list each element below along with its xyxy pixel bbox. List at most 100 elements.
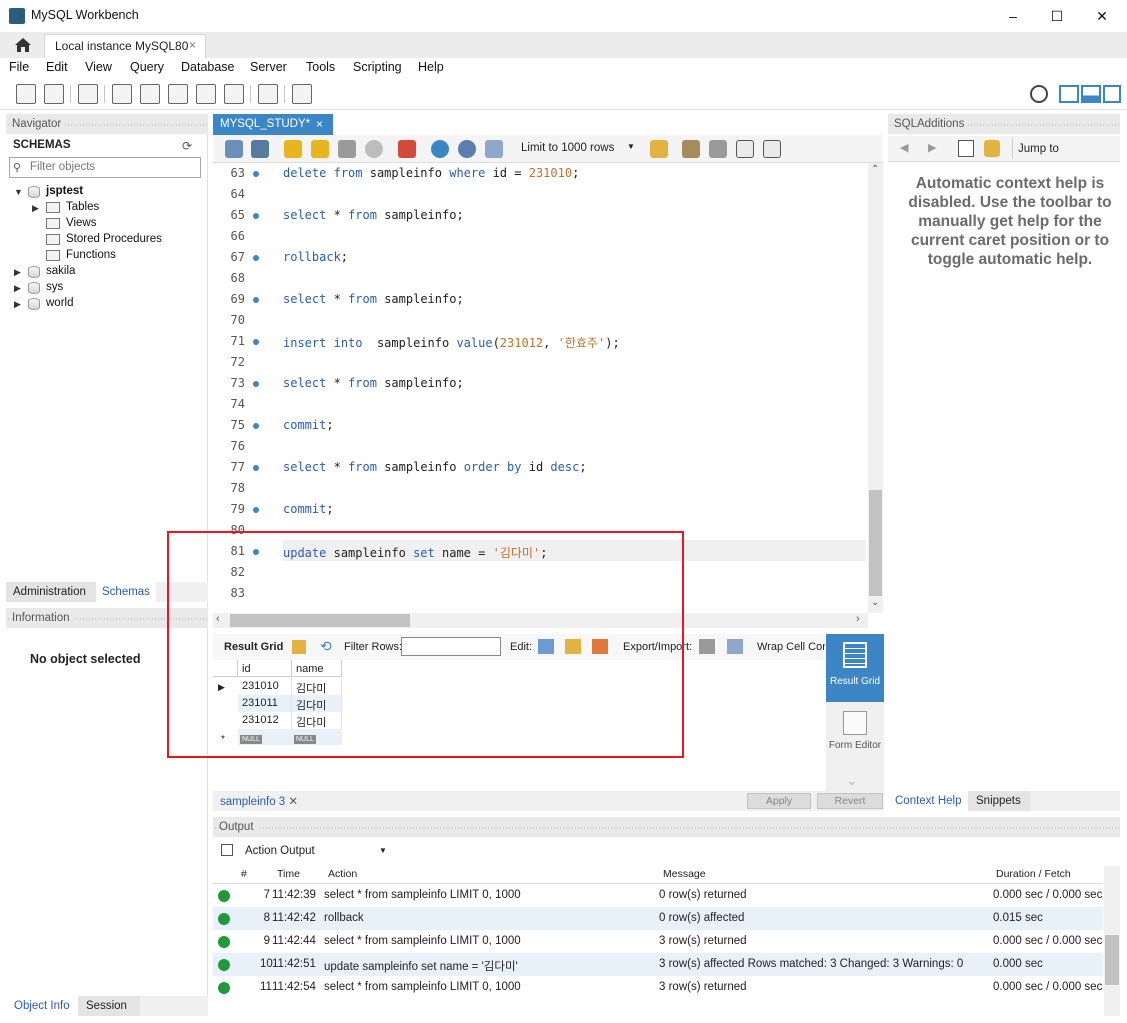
code-line[interactable]: 63 delete from sampleinfo where id = 2310… [213, 163, 868, 184]
save-icon[interactable] [251, 140, 269, 158]
create-procedure-icon[interactable] [196, 84, 216, 104]
code-line[interactable]: 71 insert into sampleinfo value(231012, '… [213, 331, 868, 352]
home-tab[interactable] [6, 34, 40, 56]
output-row[interactable]: 10 11:42:51 update sampleinfo set name = '… [213, 953, 1103, 976]
tree-functions[interactable]: Functions [66, 249, 116, 261]
tab-snippets[interactable]: Snippets [968, 791, 1030, 811]
output-row[interactable]: 8 11:42:42 rollback 0 row(s) affected 0.015 … [213, 907, 1103, 930]
result-tab-sampleinfo[interactable]: sampleinfo 3 ✕ [220, 794, 298, 808]
beautify-icon[interactable] [682, 140, 700, 158]
apply-button[interactable]: Apply [747, 793, 811, 809]
form-editor-side-button[interactable]: Form Editor [826, 706, 884, 772]
collapsed-arrow-icon[interactable]: ▶ [14, 283, 21, 294]
sql-editor-tab-close-icon[interactable]: × [316, 117, 323, 131]
open-folder-icon[interactable] [225, 140, 243, 158]
menu-database[interactable]: Database [181, 60, 235, 74]
tree-schema-world[interactable]: world [46, 297, 73, 309]
output-scroll-thumb[interactable] [1105, 935, 1119, 985]
commit-check-icon[interactable] [431, 140, 449, 158]
code-line[interactable]: 74 [213, 394, 868, 415]
code-line[interactable]: 72 [213, 352, 868, 373]
code-line[interactable]: 77 select * from sampleinfo order by id d… [213, 457, 868, 478]
toggle-error-icon[interactable] [398, 140, 416, 158]
collapsed-arrow-icon[interactable]: ▶ [32, 203, 39, 214]
menu-edit[interactable]: Edit [46, 60, 68, 74]
tab-object-info[interactable]: Object Info [6, 996, 78, 1016]
menu-file[interactable]: File [9, 60, 29, 74]
inspector-icon[interactable] [78, 84, 98, 104]
code-line[interactable]: 64 [213, 184, 868, 205]
create-view-icon[interactable] [168, 84, 188, 104]
collapsed-arrow-icon[interactable]: ▶ [14, 299, 21, 310]
menu-server[interactable]: Server [250, 60, 287, 74]
autocommit-icon[interactable] [485, 140, 503, 158]
add-snippet-star-icon[interactable] [650, 140, 668, 158]
code-line[interactable]: 69 select * from sampleinfo; [213, 289, 868, 310]
create-table-icon[interactable] [140, 84, 160, 104]
more-chevron-down-icon[interactable]: ⌄ [846, 772, 858, 789]
manual-help-icon[interactable] [958, 140, 974, 157]
open-sql-script-icon[interactable] [44, 84, 64, 104]
output-mode-select[interactable]: Action Output ▼ [241, 842, 391, 862]
close-button[interactable]: ✕ [1079, 0, 1125, 32]
jump-to-select[interactable]: Jump to [1012, 138, 1120, 159]
stop-icon[interactable] [365, 140, 383, 158]
code-line[interactable]: 73 select * from sampleinfo; [213, 373, 868, 394]
revert-button[interactable]: Revert [817, 793, 883, 809]
minimize-button[interactable]: – [990, 0, 1036, 32]
toggle-auto-help-icon[interactable] [984, 140, 1000, 157]
refresh-schemas-icon[interactable]: ⟳ [182, 139, 192, 153]
connection-tab-close-icon[interactable]: × [189, 38, 196, 52]
search-table-data-icon[interactable] [258, 84, 278, 104]
code-line[interactable]: 79 commit; [213, 499, 868, 520]
menu-scripting[interactable]: Scripting [353, 60, 402, 74]
code-line[interactable]: 76 [213, 436, 868, 457]
invisible-chars-icon[interactable] [736, 140, 754, 158]
import-icon[interactable] [727, 639, 743, 654]
menu-view[interactable]: View [85, 60, 112, 74]
settings-gear-icon[interactable] [1030, 85, 1048, 103]
output-row[interactable]: 11 11:42:54 select * from sampleinfo LIMIT… [213, 976, 1103, 999]
tab-administration[interactable]: Administration [6, 582, 96, 602]
tree-stored-procedures[interactable]: Stored Procedures [66, 233, 162, 245]
code-line[interactable]: 65 select * from sampleinfo; [213, 205, 868, 226]
tab-context-help[interactable]: Context Help [888, 791, 968, 811]
forward-arrow-icon[interactable]: ▶ [928, 141, 936, 154]
copy-output-icon[interactable] [221, 844, 233, 856]
limit-rows-select[interactable]: Limit to 1000 rows ▼ [515, 139, 640, 159]
create-function-icon[interactable] [224, 84, 244, 104]
expanded-arrow-icon[interactable]: ▼ [14, 187, 23, 197]
result-grid-side-button[interactable]: Result Grid [826, 634, 884, 702]
code-line[interactable]: 67 rollback; [213, 247, 868, 268]
wrap-lines-icon[interactable] [763, 140, 781, 158]
rollback-x-icon[interactable] [458, 140, 476, 158]
tree-schema-jsptest[interactable]: jsptest [46, 185, 83, 197]
execute-current-lightning-icon[interactable] [311, 140, 329, 158]
code-line[interactable]: 75 commit; [213, 415, 868, 436]
export-icon[interactable] [699, 639, 715, 654]
tree-tables[interactable]: Tables [66, 201, 99, 213]
toggle-output-icon[interactable] [1081, 85, 1101, 103]
toggle-sidebar-icon[interactable] [1059, 85, 1079, 103]
collapsed-arrow-icon[interactable]: ▶ [14, 267, 21, 278]
scroll-right-icon[interactable]: › [856, 613, 860, 625]
tree-views[interactable]: Views [66, 217, 96, 229]
toggle-secondary-sidebar-icon[interactable] [1103, 85, 1121, 103]
code-line[interactable]: 68 [213, 268, 868, 289]
find-icon[interactable] [709, 140, 727, 158]
execute-lightning-icon[interactable] [284, 140, 302, 158]
back-arrow-icon[interactable]: ◀ [900, 141, 908, 154]
editor-vertical-scroll-thumb[interactable] [869, 490, 882, 596]
result-tab-close-icon[interactable]: ✕ [288, 796, 298, 808]
scroll-up-icon[interactable]: ⌃ [871, 164, 879, 175]
maximize-button[interactable]: ☐ [1034, 0, 1080, 32]
tree-schema-sys[interactable]: sys [46, 281, 63, 293]
menu-help[interactable]: Help [418, 60, 444, 74]
menu-tools[interactable]: Tools [306, 60, 335, 74]
sql-editor-tab[interactable]: MYSQL_STUDY* [213, 114, 333, 135]
menu-query[interactable]: Query [130, 60, 164, 74]
tab-session[interactable]: Session [78, 996, 140, 1016]
output-row[interactable]: 7 11:42:39 select * from sampleinfo LIMIT … [213, 884, 1103, 907]
explain-magnifier-icon[interactable] [338, 140, 356, 158]
output-row[interactable]: 9 11:42:44 select * from sampleinfo LIMIT … [213, 930, 1103, 953]
